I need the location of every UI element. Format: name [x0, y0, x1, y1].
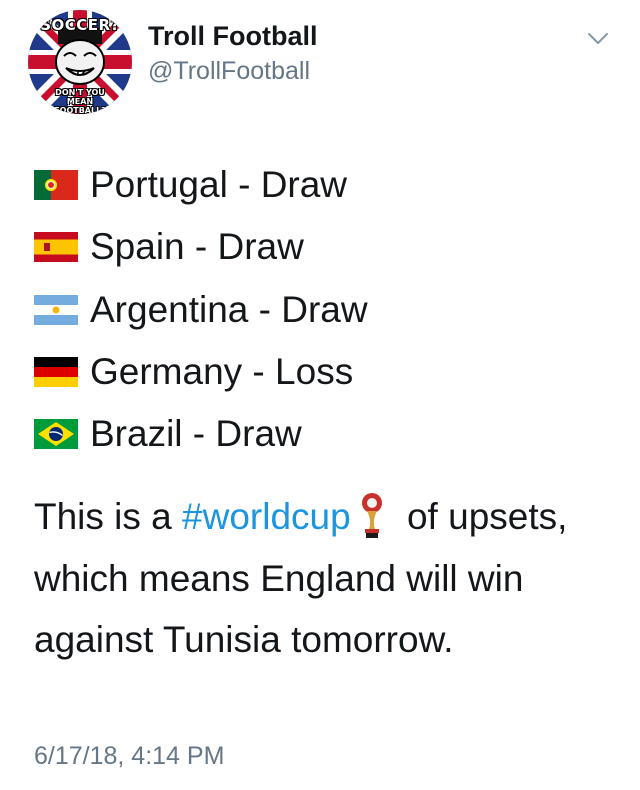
result-text: Germany - Loss: [90, 351, 354, 392]
body-text-start: This is a: [34, 496, 183, 537]
avatar-caption-top: SOCCER?: [40, 16, 120, 34]
world-cup-trophy-icon: [361, 493, 382, 539]
tweet-timestamp[interactable]: 6/17/18, 4:14 PM: [34, 742, 224, 771]
result-text: Brazil - Draw: [90, 413, 302, 454]
tweet: SOCCER? DON'T YOU MEAN FOOTBALL? Troll F…: [0, 0, 640, 790]
spain-flag-icon: [34, 232, 78, 262]
argentina-flag-icon: [34, 295, 78, 325]
avatar-caption-bottom: DON'T YOU MEAN FOOTBALL?: [54, 88, 106, 114]
result-text: Argentina - Draw: [90, 289, 368, 330]
result-row-argentina: Argentina - Draw: [34, 285, 368, 335]
portugal-flag-icon: [34, 170, 78, 200]
germany-flag-icon: [34, 357, 78, 387]
result-text: Portugal - Draw: [90, 164, 348, 205]
result-row-germany: Germany - Loss: [34, 347, 353, 397]
result-row-portugal: Portugal - Draw: [34, 160, 347, 210]
tweet-body: This is a #worldcup of upsets, which mea…: [34, 486, 614, 671]
user-handle[interactable]: @TrollFootball: [148, 57, 310, 86]
result-text: Spain - Draw: [90, 226, 304, 267]
result-row-brazil: Brazil - Draw: [34, 409, 302, 459]
display-name[interactable]: Troll Football: [148, 21, 318, 52]
brazil-flag-icon: [34, 419, 78, 449]
chevron-down-icon[interactable]: [586, 26, 610, 50]
profile-avatar[interactable]: SOCCER? DON'T YOU MEAN FOOTBALL?: [28, 10, 132, 114]
worldcup-hashtag-link[interactable]: #worldcup: [182, 496, 351, 537]
result-row-spain: Spain - Draw: [34, 222, 304, 272]
